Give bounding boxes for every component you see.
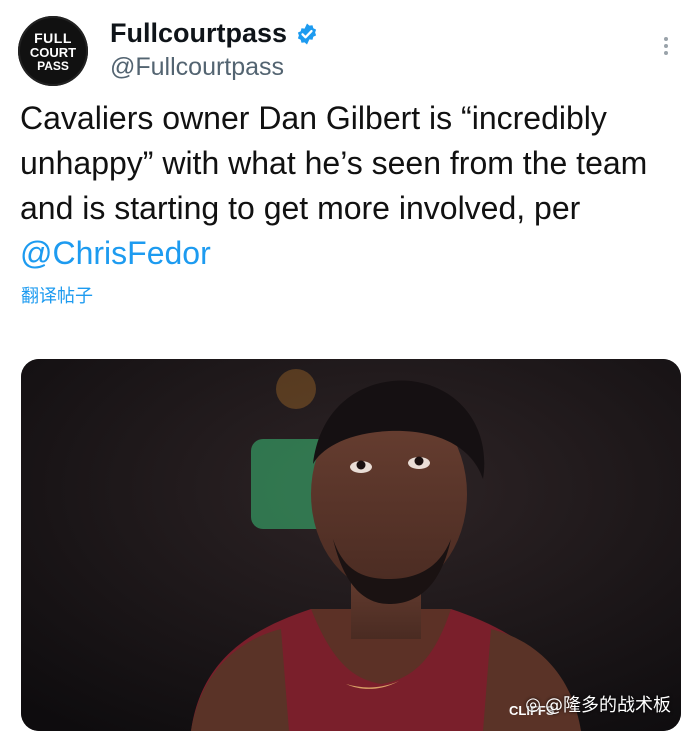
- mention-link[interactable]: @ChrisFedor: [20, 235, 211, 271]
- account-handle[interactable]: @Fullcourtpass: [110, 53, 319, 82]
- player-photo: CLIFFS: [21, 359, 681, 731]
- display-name[interactable]: Fullcourtpass: [110, 18, 287, 49]
- tweet-card: FULL COURT PASS Fullcourtpass @Fullcourt…: [0, 0, 690, 746]
- verified-badge-icon: [297, 23, 317, 44]
- avatar[interactable]: FULL COURT PASS: [18, 16, 88, 86]
- avatar-text-pass: PASS: [37, 58, 69, 73]
- more-vertical-icon[interactable]: [662, 34, 670, 62]
- tweet-media-photo[interactable]: CLIFFS ◎ @隆多的战术板: [21, 359, 681, 731]
- account-names: Fullcourtpass @Fullcourtpass: [110, 18, 319, 82]
- tweet-header: FULL COURT PASS Fullcourtpass @Fullcourt…: [18, 10, 678, 90]
- translate-post-link[interactable]: 翻译帖子: [21, 282, 93, 308]
- tweet-body: Cavaliers owner Dan Gilbert is “incredib…: [20, 100, 648, 226]
- watermark-text: @隆多的战术板: [545, 695, 671, 716]
- avatar-text-full: FULL: [34, 29, 72, 46]
- watermark: ◎ @隆多的战术板: [525, 691, 671, 717]
- avatar-text-court: COURT: [29, 44, 77, 60]
- weibo-icon: ◎: [525, 693, 541, 715]
- tweet-text: Cavaliers owner Dan Gilbert is “incredib…: [20, 96, 670, 276]
